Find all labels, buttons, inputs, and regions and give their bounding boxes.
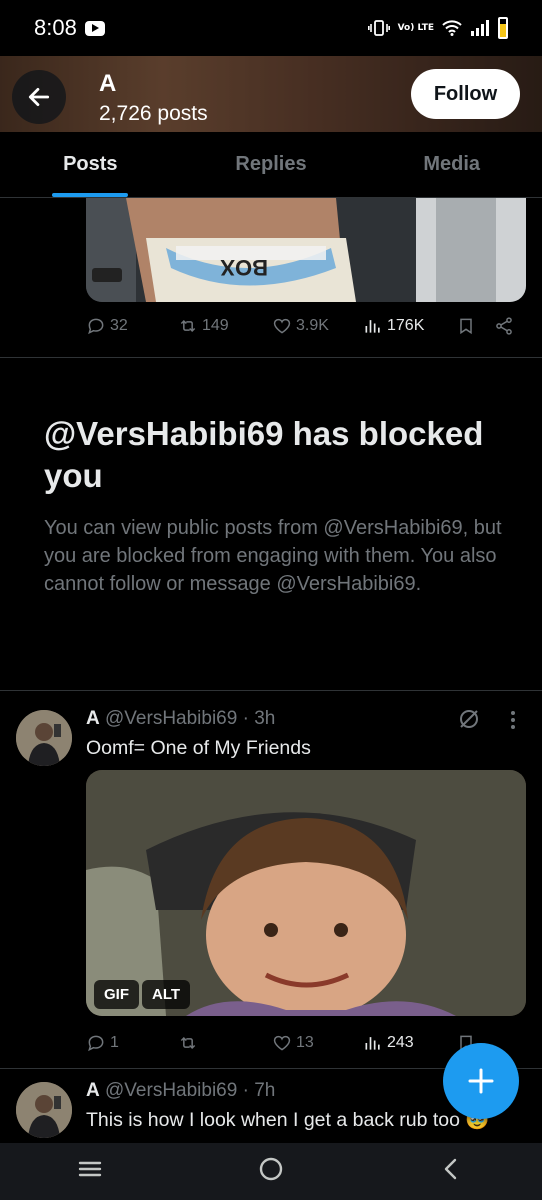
- avatar[interactable]: [16, 710, 72, 766]
- reply-button[interactable]: 1: [86, 1033, 119, 1053]
- arrow-left-icon: [28, 88, 50, 106]
- home-circle-icon: [259, 1157, 283, 1181]
- post-image[interactable]: BOX: [86, 198, 526, 302]
- share-button[interactable]: [494, 316, 514, 336]
- views-count: 243: [387, 1034, 414, 1051]
- vibrate-icon: [367, 20, 390, 36]
- status-icons: Vo) LTE: [367, 17, 508, 39]
- reply-icon: [88, 1035, 104, 1052]
- more-options-button[interactable]: [503, 708, 523, 737]
- tweet-time: · 3h: [242, 708, 276, 729]
- compose-button[interactable]: [443, 1043, 519, 1119]
- tweet-author-name[interactable]: A: [86, 708, 100, 729]
- views-count: 176K: [387, 317, 425, 334]
- tweet-text: Oomf= One of My Friends: [86, 737, 311, 759]
- reply-count: 1: [110, 1034, 119, 1051]
- tweet-header: A @VersHabibi69 · 3h: [86, 708, 275, 730]
- bookmark-icon: [460, 318, 472, 335]
- status-bar: 8:08 Vo) LTE: [0, 0, 542, 56]
- home-button[interactable]: [257, 1155, 285, 1188]
- status-time: 8:08: [34, 15, 77, 40]
- like-count: 3.9K: [296, 317, 329, 334]
- grok-button[interactable]: [457, 707, 481, 736]
- post-count: 2,726 posts: [99, 102, 208, 125]
- like-count: 13: [296, 1034, 314, 1051]
- wifi-icon: [442, 20, 462, 36]
- like-button[interactable]: 3.9K: [272, 316, 329, 336]
- tweet-text: This is how I look when I get a back rub…: [86, 1109, 490, 1131]
- divider: [0, 357, 542, 358]
- plus-icon: [468, 1068, 494, 1094]
- battery-icon: [498, 17, 508, 39]
- signal-icon: [471, 20, 489, 36]
- tab-replies[interactable]: Replies: [181, 132, 362, 197]
- youtube-notification-icon: [84, 20, 105, 36]
- blocked-title: @VersHabibi69 has blocked you: [44, 415, 484, 494]
- grok-icon: [460, 710, 478, 728]
- views-button[interactable]: 243: [363, 1033, 414, 1053]
- tab-posts[interactable]: Posts: [0, 132, 181, 197]
- reply-icon: [88, 318, 104, 335]
- like-button[interactable]: 13: [272, 1033, 314, 1053]
- views-icon: [365, 320, 380, 333]
- avatar[interactable]: [16, 1082, 72, 1138]
- post-photo: BOX: [86, 198, 526, 302]
- tweet-time: · 7h: [242, 1080, 276, 1101]
- avatar-photo: [16, 710, 72, 766]
- profile-name: A: [99, 70, 117, 97]
- tab-media[interactable]: Media: [361, 132, 542, 197]
- reply-count: 32: [110, 317, 128, 334]
- share-icon: [496, 317, 512, 335]
- views-icon: [365, 1037, 380, 1050]
- repost-button[interactable]: [178, 1033, 202, 1053]
- repost-button[interactable]: 149: [178, 316, 229, 336]
- repost-icon: [180, 319, 196, 333]
- views-button[interactable]: 176K: [363, 316, 424, 336]
- reply-button[interactable]: 32: [86, 316, 128, 336]
- system-nav-bar: [0, 1143, 542, 1200]
- alt-badge[interactable]: ALT: [142, 980, 191, 1009]
- repost-count: 149: [202, 317, 229, 334]
- divider: [0, 690, 542, 691]
- bookmark-button[interactable]: [456, 316, 476, 336]
- heart-icon: [273, 1035, 291, 1051]
- underwear-text: BOX: [220, 255, 268, 280]
- chevron-left-icon: [444, 1158, 456, 1180]
- volte-icon: Vo) LTE: [397, 22, 434, 33]
- gif-badge: GIF: [94, 980, 139, 1009]
- system-back-button[interactable]: [438, 1155, 466, 1188]
- blocked-message: You can view public posts from @VersHabi…: [44, 517, 502, 595]
- tweet-author-name[interactable]: A: [86, 1080, 100, 1101]
- repost-icon: [180, 1036, 196, 1050]
- tweet-header: A @VersHabibi69 · 7h: [86, 1080, 275, 1102]
- tweet-handle[interactable]: @VersHabibi69: [105, 708, 237, 729]
- profile-header: A 2,726 posts Follow: [0, 56, 542, 132]
- follow-button[interactable]: Follow: [411, 69, 520, 119]
- recent-apps-button[interactable]: [76, 1155, 104, 1188]
- avatar-photo: [16, 1082, 72, 1138]
- menu-lines-icon: [79, 1161, 102, 1177]
- more-vertical-icon: [511, 711, 515, 729]
- tweet-handle[interactable]: @VersHabibi69: [105, 1080, 237, 1101]
- back-button[interactable]: [12, 70, 66, 124]
- profile-tabs: Posts Replies Media: [0, 132, 542, 198]
- heart-icon: [273, 318, 291, 334]
